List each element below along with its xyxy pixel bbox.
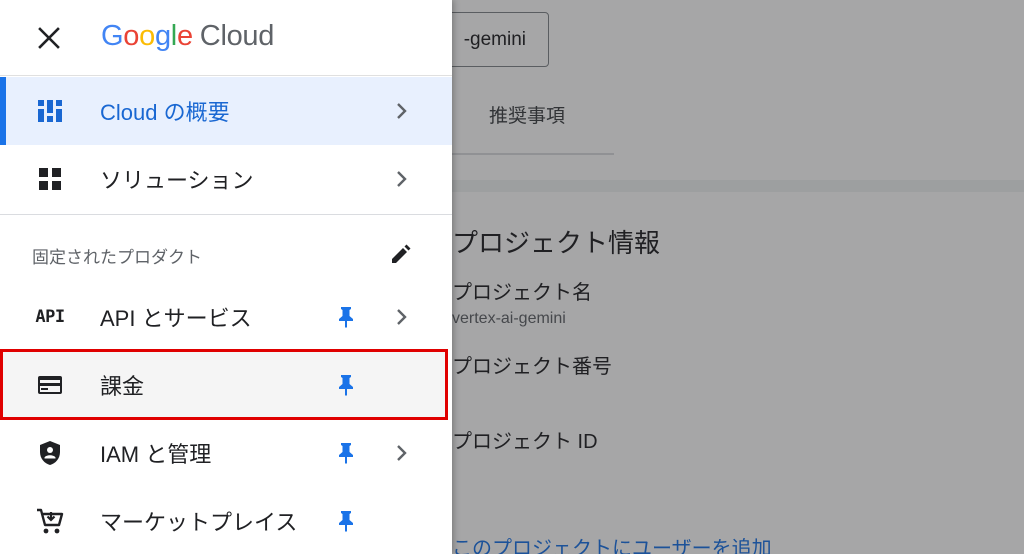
api-icon-text: API bbox=[35, 307, 65, 327]
logo-cloud-text: Cloud bbox=[199, 20, 275, 52]
pin-icon[interactable] bbox=[335, 442, 357, 464]
pin-icon[interactable] bbox=[335, 306, 357, 328]
google-cloud-logo[interactable]: Google Cloud bbox=[101, 20, 274, 53]
cart-icon bbox=[36, 507, 64, 535]
nav-item-label: 課金 bbox=[100, 374, 145, 399]
logo-letter: G bbox=[101, 20, 124, 52]
close-button[interactable] bbox=[34, 23, 64, 53]
nav-item-label: ソリューション bbox=[100, 168, 254, 193]
pin-icon[interactable] bbox=[335, 374, 357, 396]
pencil-icon bbox=[392, 244, 411, 263]
billing-card-icon bbox=[36, 371, 64, 399]
active-indicator bbox=[0, 77, 6, 145]
chevron-right-icon bbox=[392, 443, 412, 463]
nav-item-iam-admin[interactable]: IAM と管理 bbox=[0, 419, 452, 487]
section-divider bbox=[0, 214, 452, 215]
navigation-drawer: Google Cloud Cloud の概要 ソリューション 固定されたプロダク… bbox=[0, 0, 452, 554]
nav-item-label: API とサービス bbox=[100, 306, 252, 331]
chevron-right-icon bbox=[392, 101, 412, 121]
chevron-right-icon bbox=[392, 169, 412, 189]
logo-letter: e bbox=[176, 20, 193, 52]
nav-item-label: IAM と管理 bbox=[100, 442, 212, 467]
shield-icon bbox=[36, 439, 64, 467]
grid-icon bbox=[36, 165, 64, 193]
nav-item-label: Cloud の概要 bbox=[100, 100, 230, 125]
pin-icon[interactable] bbox=[335, 510, 357, 532]
logo-letter: o bbox=[139, 20, 155, 52]
logo-letter: g bbox=[154, 20, 171, 52]
api-icon: API bbox=[35, 303, 65, 331]
close-icon bbox=[38, 27, 60, 49]
nav-item-billing[interactable]: 課金 bbox=[0, 351, 452, 419]
edit-pinned-button[interactable] bbox=[388, 243, 412, 267]
drawer-header: Google Cloud bbox=[0, 0, 452, 76]
logo-letter: o bbox=[123, 20, 140, 52]
nav-item-api-services[interactable]: API API とサービス bbox=[0, 283, 452, 351]
dashboard-icon bbox=[36, 97, 64, 125]
pinned-products-heading: 固定されたプロダクト bbox=[32, 248, 202, 267]
chevron-right-icon bbox=[392, 307, 412, 327]
nav-item-label: マーケットプレイス bbox=[100, 510, 298, 535]
nav-item-cloud-overview[interactable]: Cloud の概要 bbox=[0, 77, 452, 145]
nav-item-marketplace[interactable]: マーケットプレイス bbox=[0, 487, 452, 554]
nav-item-solutions[interactable]: ソリューション bbox=[0, 145, 452, 213]
